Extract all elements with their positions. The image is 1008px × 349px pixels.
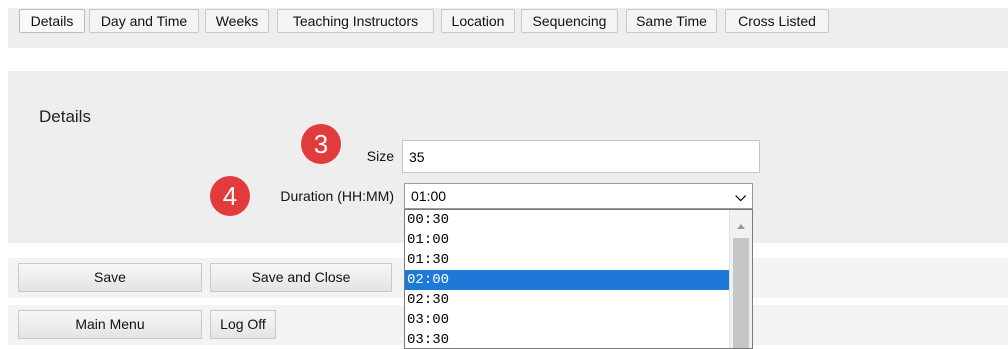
dropdown-option[interactable]: 01:00 [405,230,729,250]
tab-weeks[interactable]: Weeks [205,9,269,33]
log-off-button[interactable]: Log Off [210,310,276,339]
tab-cross-listed[interactable]: Cross Listed [725,9,829,33]
chevron-down-icon: ⌵ [735,188,746,204]
size-label: Size [366,148,394,164]
dropdown-option-highlighted[interactable]: 02:00 [405,270,729,290]
tab-same-time[interactable]: Same Time [626,9,717,33]
tab-day-and-time[interactable]: Day and Time [89,9,199,33]
scroll-thumb[interactable] [733,238,749,348]
section-title: Details [39,107,91,126]
tab-details[interactable]: Details [19,9,85,33]
duration-selected-value: 01:00 [411,188,447,204]
dropdown-option[interactable]: 02:30 [405,290,729,310]
main-menu-button[interactable]: Main Menu [18,310,202,339]
save-button[interactable]: Save [18,263,202,292]
tab-location[interactable]: Location [441,9,515,33]
dropdown-option[interactable]: 01:30 [405,250,729,270]
dropdown-option[interactable]: 00:30 [405,210,729,230]
duration-label: Duration (HH:MM) [280,188,394,204]
dropdown-option[interactable]: 03:30 [405,330,729,348]
save-and-close-button[interactable]: Save and Close [210,263,392,292]
dropdown-scrollbar[interactable] [729,210,752,348]
duration-select[interactable]: 01:00 ⌵ [404,183,753,209]
size-input[interactable] [402,140,760,173]
step-badge-size: 3 [301,124,341,164]
step-badge-duration: 4 [210,176,250,216]
tab-teaching-instructors[interactable]: Teaching Instructors [277,9,434,33]
tab-sequencing[interactable]: Sequencing [521,9,618,33]
scroll-up-arrow-icon[interactable] [737,224,745,229]
duration-dropdown-list[interactable]: 00:30 01:00 01:30 02:00 02:30 03:00 03:3… [404,209,753,349]
dropdown-option[interactable]: 03:00 [405,310,729,330]
